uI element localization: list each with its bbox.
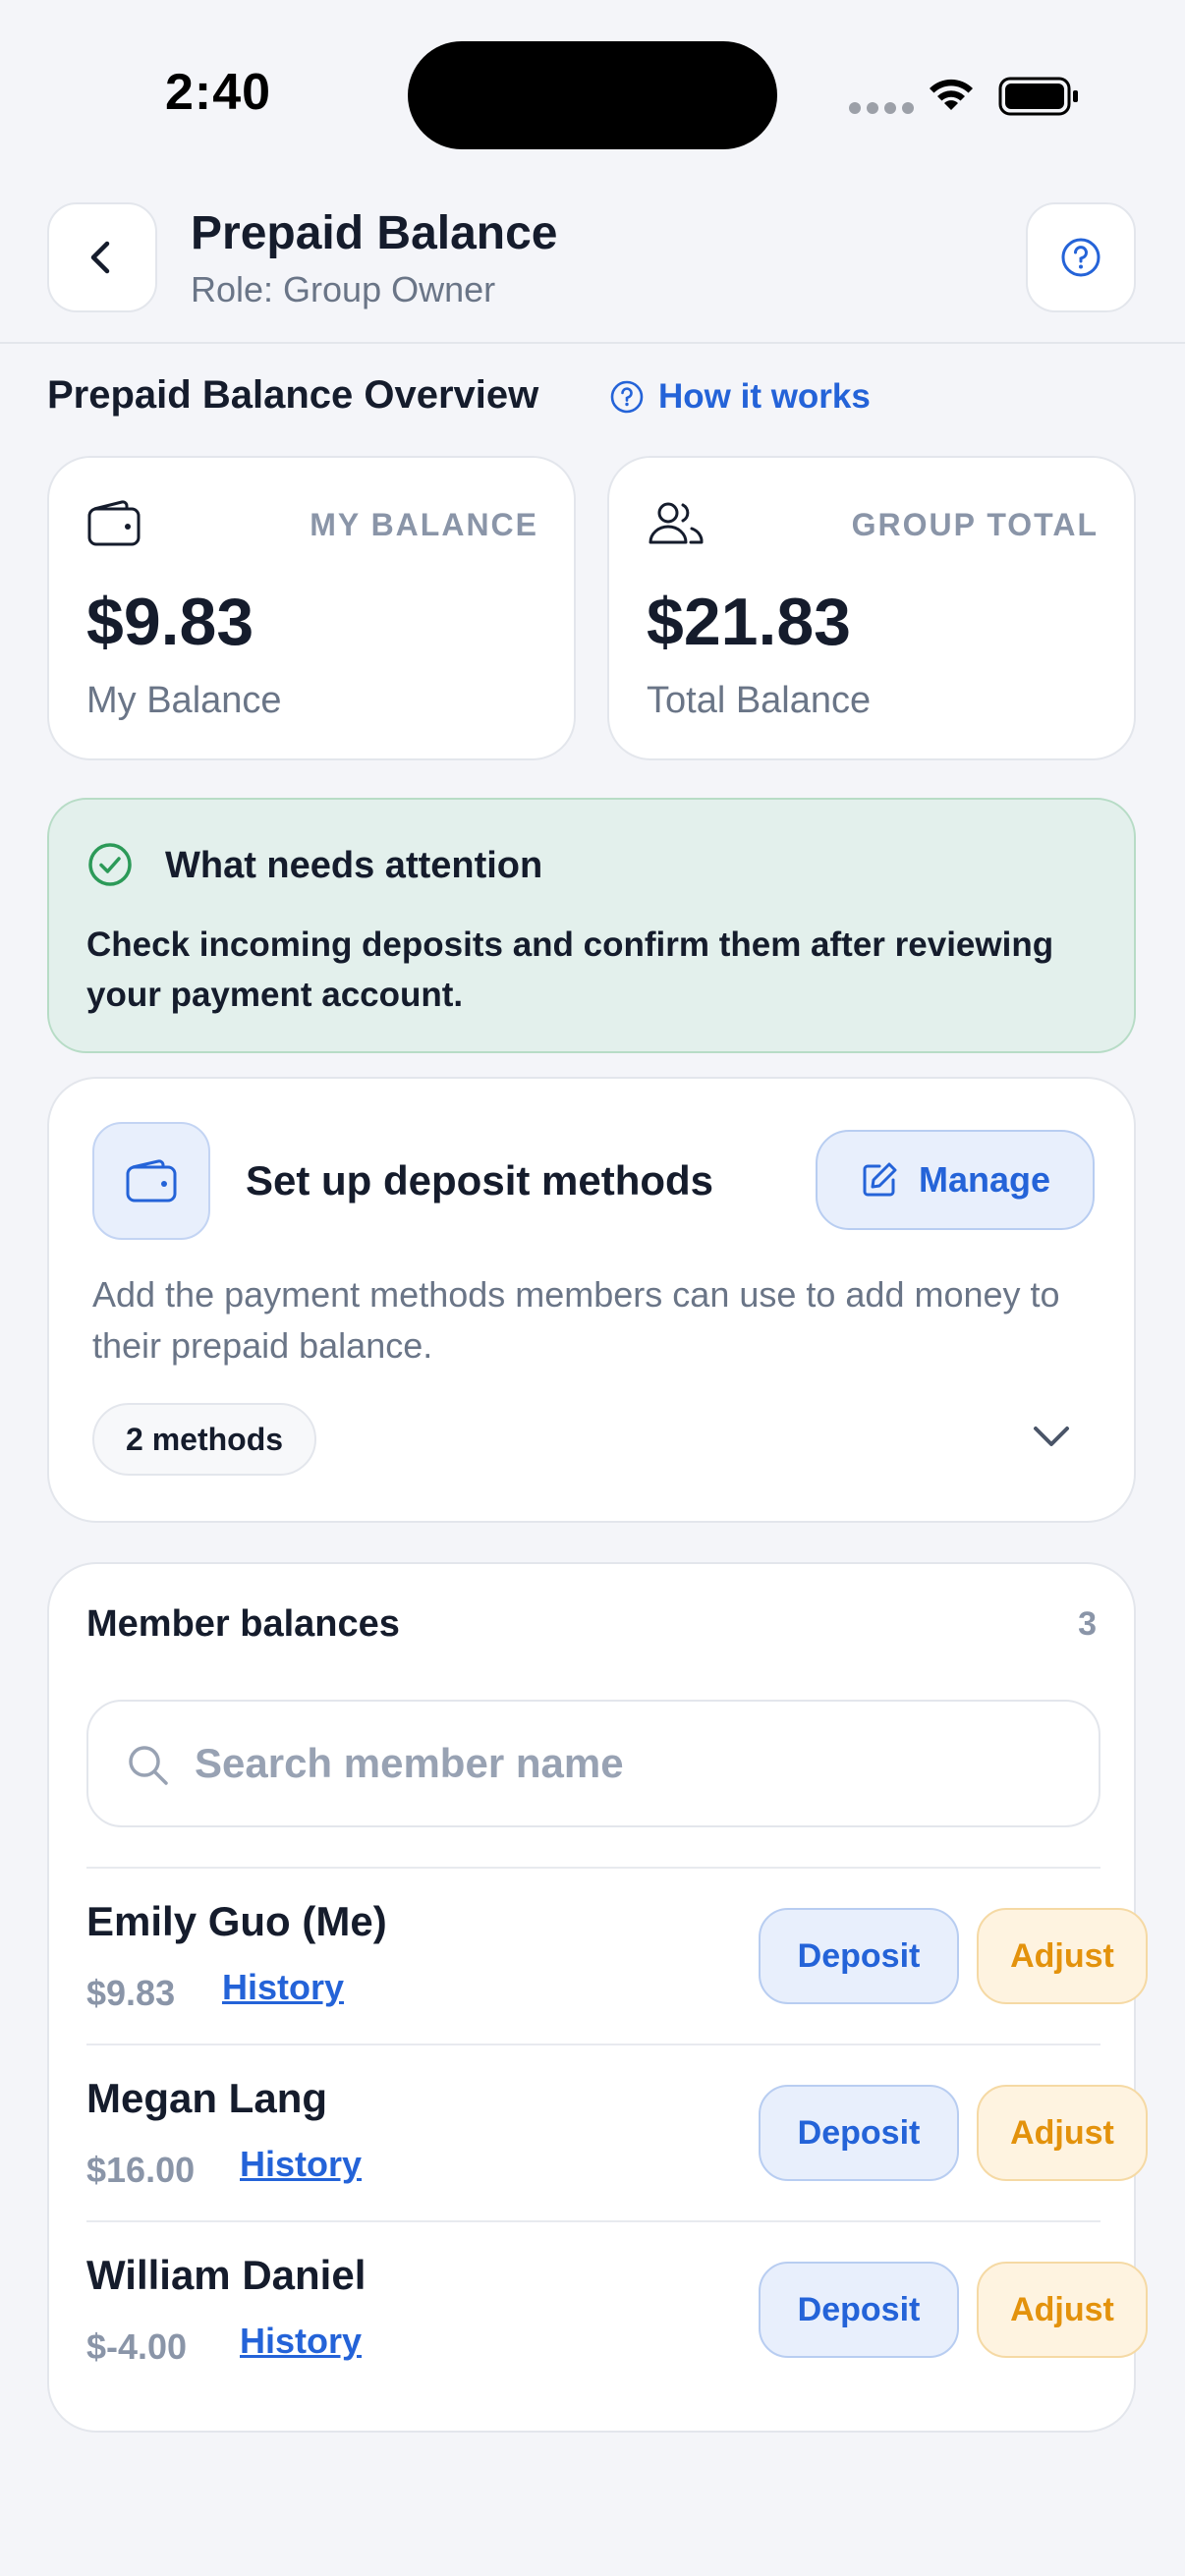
attention-body: Check incoming deposits and confirm them…	[86, 925, 1054, 1014]
attention-banner: What needs attention Check incoming depo…	[47, 798, 1136, 1053]
my-balance-caption: My Balance	[86, 680, 282, 721]
chevron-left-icon	[90, 241, 110, 274]
group-total-card: GROUP TOTAL $21.83 Total Balance	[607, 456, 1136, 760]
deposit-button[interactable]: Deposit	[759, 1908, 959, 2004]
deposit-methods-title: Set up deposit methods	[246, 1157, 714, 1204]
member-balance: $9.83	[86, 1973, 176, 2013]
help-button[interactable]	[1026, 202, 1136, 312]
search-icon	[129, 1746, 168, 1785]
overview-title: Prepaid Balance Overview	[47, 373, 539, 417]
deposit-button[interactable]: Deposit	[759, 2085, 959, 2181]
search-box[interactable]	[86, 1700, 1100, 1827]
status-bar: 2:40	[0, 0, 1185, 187]
battery-icon	[998, 77, 1078, 116]
back-button[interactable]	[47, 202, 157, 312]
methods-count-badge[interactable]: 2 methods	[92, 1403, 317, 1476]
chevron-down-icon[interactable]	[1028, 1421, 1075, 1452]
check-circle-icon	[88, 843, 132, 886]
page-title: Prepaid Balance	[191, 207, 558, 259]
status-time: 2:40	[165, 64, 272, 121]
group-total-caption: Total Balance	[647, 680, 872, 721]
deposit-icon-box	[92, 1122, 210, 1240]
member-balance: $-4.00	[86, 2326, 188, 2367]
cellular-signal-icon	[849, 102, 914, 114]
help-icon	[610, 380, 644, 414]
adjust-button[interactable]: Adjust	[977, 2262, 1148, 2358]
member-row: Megan Lang $16.00 History Deposit Adjust	[86, 2044, 1148, 2220]
wifi-icon	[930, 79, 973, 110]
member-row: William Daniel $-4.00 History Deposit Ad…	[86, 2220, 1148, 2397]
adjust-button[interactable]: Adjust	[977, 2085, 1148, 2181]
manage-button[interactable]: Manage	[816, 1130, 1095, 1230]
role-subtitle: Role: Group Owner	[191, 269, 496, 309]
manage-label: Manage	[918, 1159, 1051, 1200]
member-count: 3	[1078, 1605, 1097, 1643]
edit-icon	[863, 1162, 897, 1197]
my-balance-card: MY BALANCE $9.83 My Balance	[47, 456, 576, 760]
history-link[interactable]: History	[240, 2144, 362, 2185]
member-balances-card: Member balances 3 Emily Guo (Me) $9.83 H…	[47, 1562, 1148, 2433]
wallet-icon	[126, 1159, 177, 1203]
member-name: Megan Lang	[86, 2075, 328, 2121]
dynamic-island	[408, 41, 777, 149]
how-it-works-label: How it works	[658, 377, 871, 416]
member-balances-title: Member balances	[86, 1603, 400, 1645]
deposit-methods-description: Add the payment methods members can use …	[92, 1274, 1060, 1366]
deposit-button[interactable]: Deposit	[759, 2262, 959, 2358]
my-balance-label: MY BALANCE	[310, 507, 538, 542]
history-link[interactable]: History	[240, 2321, 362, 2362]
users-icon	[649, 502, 704, 544]
member-name: Emily Guo (Me)	[86, 1898, 387, 1944]
member-name: William Daniel	[86, 2252, 367, 2298]
group-total-value: $21.83	[647, 585, 851, 659]
my-balance-value: $9.83	[86, 585, 254, 659]
history-link[interactable]: History	[222, 1967, 344, 2008]
help-icon	[1061, 238, 1100, 277]
attention-title: What needs attention	[165, 845, 543, 886]
wallet-icon	[87, 500, 141, 546]
group-total-label: GROUP TOTAL	[851, 507, 1099, 542]
search-input[interactable]	[195, 1731, 1059, 1796]
member-balance: $16.00	[86, 2150, 196, 2190]
deposit-methods-card: Set up deposit methods Manage Add the pa…	[47, 1077, 1136, 1523]
app-header: Prepaid Balance Role: Group Owner	[0, 187, 1185, 344]
how-it-works-link[interactable]: How it works	[609, 377, 871, 417]
member-row: Emily Guo (Me) $9.83 History Deposit Adj…	[86, 1867, 1148, 2044]
adjust-button[interactable]: Adjust	[977, 1908, 1148, 2004]
